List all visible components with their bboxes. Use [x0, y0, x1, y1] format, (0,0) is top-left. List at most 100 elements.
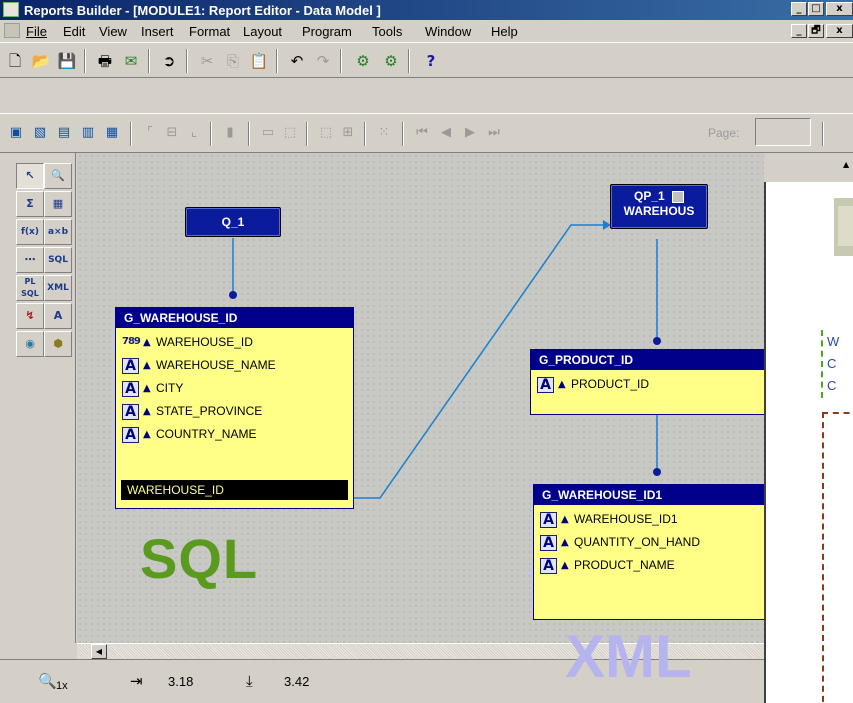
cross-product-tool[interactable]: ⋯ — [16, 247, 44, 273]
placeholder-tool[interactable]: a×b — [44, 219, 72, 245]
column-item[interactable]: A ▲ PRODUCT_NAME — [534, 554, 764, 577]
group-warehouse-id1[interactable]: G_WAREHOUSE_ID1 A ▲ WAREHOUSE_ID1 A ▲ QU… — [533, 484, 764, 620]
sql-overlay-label: SQL — [140, 527, 259, 590]
print-icon[interactable]: 🖶 — [94, 50, 116, 72]
brown-dashed-frame — [822, 412, 853, 703]
plsql-query-tool[interactable]: PL SQL — [16, 275, 44, 301]
undo-icon[interactable]: ↶ — [286, 50, 308, 72]
run-icon[interactable]: ➲ — [158, 50, 180, 72]
sql-query-tool[interactable]: SQL — [44, 247, 72, 273]
summary-column-tool[interactable]: Σ — [16, 191, 44, 217]
function-tool[interactable]: f(x) — [16, 219, 44, 245]
char-type-icon: A — [122, 427, 139, 443]
layout-tool-2-icon[interactable]: ⊟ — [162, 123, 182, 143]
copy-icon[interactable]: ⎘ — [222, 50, 244, 72]
ref-cursor-tool[interactable]: ↯ — [16, 303, 44, 329]
layout-tool-5-icon[interactable]: ▭ — [258, 123, 278, 143]
redo-icon[interactable]: ↷ — [312, 50, 334, 72]
paper-design-view-icon[interactable]: ▥ — [78, 123, 98, 143]
mdi-close-button[interactable]: x — [826, 24, 853, 38]
column-item[interactable]: A ▲ STATE_PROVINCE — [116, 400, 353, 423]
column-item[interactable]: A ▲ COUNTRY_NAME — [116, 423, 353, 446]
mdi-minimize-button[interactable]: _ — [791, 24, 807, 38]
close-button[interactable]: x — [826, 2, 853, 16]
compile-icon[interactable]: ⚙ — [352, 50, 374, 72]
open-icon[interactable]: 📂 — [30, 50, 52, 72]
menu-layout[interactable]: Layout — [243, 24, 282, 39]
toolbar-separator — [822, 122, 824, 146]
reports-builder-icon[interactable] — [3, 2, 19, 17]
title-bar: Reports Builder - [MODULE1: Report Edito… — [0, 0, 853, 20]
first-page-icon[interactable]: ⏮ — [412, 123, 432, 143]
minimize-button[interactable]: _ — [791, 2, 807, 16]
new-icon[interactable]: 🗋 — [4, 50, 26, 72]
menu-program[interactable]: Program — [302, 24, 352, 39]
help-icon[interactable]: ? — [420, 50, 442, 72]
paper-layout-view-icon[interactable]: ▤ — [54, 123, 74, 143]
vertical-scrollbar[interactable]: ▲ — [837, 153, 853, 182]
menu-tools[interactable]: Tools — [372, 24, 402, 39]
magnify-tool[interactable]: 🔍 — [44, 163, 72, 189]
layout-tool-6-icon[interactable]: ⬚ — [280, 123, 300, 143]
column-label: STATE_PROVINCE — [156, 404, 263, 418]
paste-icon[interactable]: 📋 — [248, 50, 270, 72]
select-tool[interactable]: ↖ — [16, 163, 44, 189]
debug-icon[interactable]: ⚙ — [380, 50, 402, 72]
parameter-form-view-icon[interactable]: ▦ — [102, 123, 122, 143]
toolbar-separator — [210, 122, 212, 146]
mdi-restore-button[interactable]: 🗗 — [808, 24, 824, 38]
jdbc-query-tool[interactable]: ⬢ — [44, 331, 72, 357]
query-q1[interactable]: Q_1 — [185, 207, 281, 237]
formula-column-tool[interactable]: ▦ — [44, 191, 72, 217]
save-icon[interactable]: 💾 — [56, 50, 78, 72]
toolbar-separator — [84, 49, 86, 73]
menu-insert[interactable]: Insert — [141, 24, 174, 39]
group-warehouse-id[interactable]: G_WAREHOUSE_ID 789 ▲ WAREHOUSE_ID A ▲ WA… — [115, 307, 354, 509]
layout-tool-9-icon[interactable]: ⁙ — [374, 123, 394, 143]
previous-page-icon[interactable]: ◀ — [436, 123, 456, 143]
layout-tool-3-icon[interactable]: ⌞ — [184, 123, 204, 143]
char-type-icon: A — [540, 512, 557, 528]
last-page-icon[interactable]: ⏭ — [484, 123, 504, 143]
document-icon[interactable] — [4, 23, 20, 38]
scroll-left-button[interactable]: ◀ — [91, 644, 107, 659]
xml-query-tool[interactable]: XML — [44, 275, 72, 301]
cut-icon[interactable]: ✂ — [196, 50, 218, 72]
column-item[interactable]: A ▲ CITY — [116, 377, 353, 400]
number-type-icon: 789 — [122, 336, 141, 347]
column-label: QUANTITY_ON_HAND — [574, 535, 701, 549]
group-product-id[interactable]: G_PRODUCT_ID A ▲ PRODUCT_ID — [530, 349, 764, 415]
column-item[interactable]: A ▲ PRODUCT_ID — [531, 373, 764, 396]
page-input[interactable] — [755, 118, 811, 146]
link-column[interactable]: WAREHOUSE_ID — [121, 480, 348, 500]
layout-tool-7-icon[interactable]: ⬚ — [316, 123, 336, 143]
break-arrow-icon: ▲ — [558, 379, 566, 390]
menu-view[interactable]: View — [99, 24, 127, 39]
menu-edit[interactable]: Edit — [63, 24, 85, 39]
column-item[interactable]: A ▲ QUANTITY_ON_HAND — [534, 531, 764, 554]
toolbar-separator — [402, 122, 404, 146]
group-header: G_WAREHOUSE_ID1 — [534, 485, 764, 505]
next-page-icon[interactable]: ▶ — [460, 123, 480, 143]
text-query-tool[interactable]: A — [44, 303, 72, 329]
layout-tool-8-icon[interactable]: ⊞ — [338, 123, 358, 143]
menu-format[interactable]: Format — [189, 24, 230, 39]
mail-icon[interactable]: ✉ — [120, 50, 142, 72]
column-item[interactable]: A ▲ WAREHOUSE_ID1 — [534, 508, 764, 531]
restore-button[interactable]: □ — [808, 2, 824, 16]
scroll-up-button[interactable]: ▲ — [843, 160, 849, 169]
layout-tool-1-icon[interactable]: ⌜ — [140, 123, 160, 143]
web-source-view-icon[interactable]: ▧ — [30, 123, 50, 143]
menu-help[interactable]: Help — [491, 24, 518, 39]
column-item[interactable]: A ▲ WAREHOUSE_NAME — [116, 354, 353, 377]
query-qp1[interactable]: QP_1 WAREHOUS — [610, 184, 708, 229]
toolbar-separator — [130, 122, 132, 146]
layout-tool-4-icon[interactable]: ▮ — [220, 123, 240, 143]
query-qp1-edit-icon[interactable] — [672, 190, 685, 203]
char-type-icon: A — [537, 377, 554, 393]
ole-query-tool[interactable]: ◉ — [16, 331, 44, 357]
column-item[interactable]: 789 ▲ WAREHOUSE_ID — [116, 331, 353, 354]
menu-window[interactable]: Window — [425, 24, 471, 39]
data-model-view-icon[interactable]: ▣ — [6, 123, 26, 143]
menu-file[interactable]: File — [26, 24, 47, 39]
